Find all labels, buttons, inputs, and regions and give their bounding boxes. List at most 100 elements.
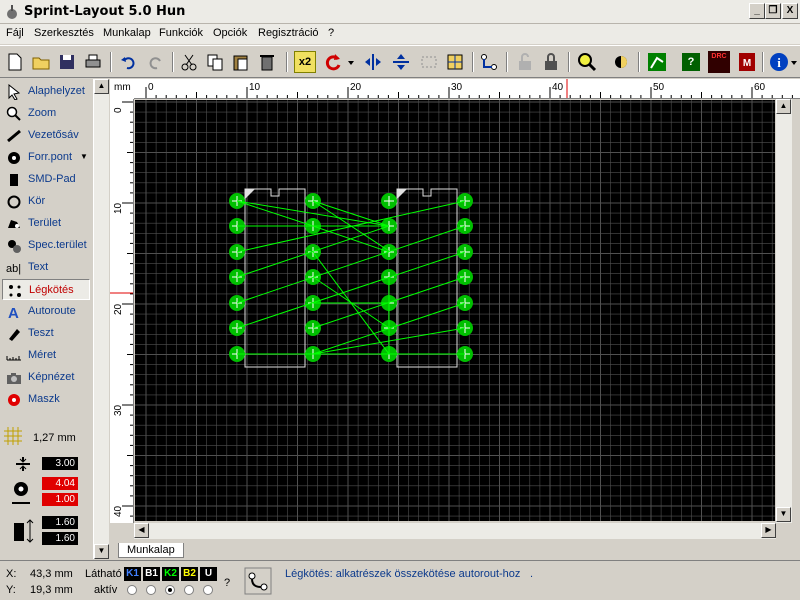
layer-toggle-b1[interactable]: B1 (143, 567, 160, 581)
layer-help[interactable]: ? (224, 577, 230, 589)
mirror-vertical-icon[interactable] (390, 51, 412, 73)
tool-pad[interactable]: Forr.pont ▼ (2, 147, 90, 168)
print-icon[interactable] (82, 51, 104, 73)
tool-mask[interactable]: Maszk (2, 389, 90, 410)
save-icon[interactable] (56, 51, 78, 73)
tab-worksheet[interactable]: Munkalap (118, 543, 184, 558)
tool-airwire[interactable]: Légkötés (2, 279, 90, 300)
group-icon[interactable] (418, 51, 440, 73)
open-folder-icon[interactable] (30, 51, 52, 73)
smd-size-icon (14, 519, 34, 543)
pad-inner-value[interactable]: 1.00 (42, 493, 78, 506)
smd-height-value[interactable]: 1.60 (42, 532, 78, 545)
tool-panel-scrollbar[interactable]: ▲ ▼ (93, 79, 109, 559)
vertical-scrollbar[interactable]: ▲ ▼ (776, 99, 792, 523)
tool-track[interactable]: Vezetősáv (2, 125, 90, 146)
tool-cursor-arrow[interactable]: Alaphelyzet (2, 81, 90, 102)
menu-functions[interactable]: Funkciók (159, 27, 203, 39)
track-width-value[interactable]: 3.00 (42, 457, 78, 470)
airwire (312, 200, 390, 227)
solder-pad[interactable] (381, 193, 397, 209)
title-bar: Sprint-Layout 5.0 Hun _ ❐ X (0, 0, 800, 24)
tool-zoom[interactable]: Zoom (2, 103, 90, 124)
grid-icon[interactable] (4, 427, 22, 445)
cut-icon[interactable] (178, 51, 200, 73)
autoroute-check-icon[interactable] (646, 51, 668, 73)
smd-pad-icon (10, 174, 18, 186)
zoom-search-icon[interactable] (576, 51, 598, 73)
close-button[interactable]: X (782, 3, 798, 19)
undo-icon[interactable] (118, 51, 140, 73)
tool-special-zone[interactable]: Spec.terület (2, 235, 90, 256)
tool-text[interactable]: ab| Text (2, 257, 90, 278)
scroll-down-button[interactable]: ▼ (94, 544, 109, 559)
tool-test[interactable]: Teszt (2, 323, 90, 344)
connection-icon[interactable] (478, 51, 500, 73)
pad-outer-value[interactable]: 4.04 (42, 477, 78, 490)
rotate-icon[interactable] (322, 51, 344, 73)
paste-icon[interactable] (230, 51, 252, 73)
new-file-icon[interactable] (4, 51, 26, 73)
pin1-marker (397, 189, 407, 199)
layer-active-radio-k1[interactable] (127, 585, 137, 595)
redo-icon[interactable] (144, 51, 166, 73)
layer-active-radio-b1[interactable] (146, 585, 156, 595)
menu-file[interactable]: Fájl (6, 27, 24, 39)
canvas-area: mm 0 10 20 30 40 50 60 0 10 20 30 40 ◀ ▶ ▲ ▼ (110, 79, 800, 543)
tool-measure[interactable]: Méret (2, 345, 90, 366)
smd-width-value[interactable]: 1.60 (42, 516, 78, 529)
contrast-icon[interactable] (610, 51, 632, 73)
tool-smd-pad[interactable]: SMD-Pad (2, 169, 90, 190)
scroll-up-button[interactable]: ▲ (776, 99, 791, 114)
svg-text:M: M (743, 58, 751, 69)
grid-size[interactable]: 1,27 mm (33, 432, 76, 444)
pcb-board[interactable] (135, 100, 775, 521)
horizontal-scrollbar[interactable]: ◀ ▶ (134, 523, 776, 539)
copy-icon[interactable] (204, 51, 226, 73)
camera-icon (7, 373, 21, 384)
vertical-ruler: 0 10 20 30 40 (110, 99, 134, 523)
scroll-up-button[interactable]: ▲ (94, 79, 109, 94)
tool-label: SMD-Pad (28, 173, 76, 185)
test-icon[interactable]: ? (680, 51, 702, 73)
tool-autoroute[interactable]: A Autoroute (2, 301, 90, 322)
pad-dropdown-icon[interactable]: ▼ (80, 152, 88, 161)
ic-footprint[interactable] (229, 188, 321, 368)
layer-active-radio-k2[interactable] (165, 585, 175, 595)
scroll-left-button[interactable]: ◀ (134, 523, 149, 538)
menu-edit[interactable]: Szerkesztés (34, 27, 94, 39)
toolbar: x2 ? DRC M i (0, 45, 800, 78)
macro-icon[interactable]: M (736, 51, 758, 73)
tool-circle[interactable]: Kör (2, 191, 90, 212)
info-icon[interactable]: i (768, 51, 790, 73)
layer-toggle-b2[interactable]: B2 (181, 567, 198, 581)
layer-toggle-k1[interactable]: K1 (124, 567, 141, 581)
delete-icon[interactable] (256, 51, 278, 73)
zoom-x2-button[interactable]: x2 (294, 51, 316, 73)
scroll-down-button[interactable]: ▼ (776, 507, 791, 522)
minimize-button[interactable]: _ (749, 3, 765, 19)
tool-camera[interactable]: Képnézet (2, 367, 90, 388)
menu-options[interactable]: Opciók (213, 27, 247, 39)
layer-toggle-u[interactable]: U (200, 567, 217, 581)
rotate-dropdown-icon[interactable] (346, 51, 356, 73)
unlock-icon[interactable] (514, 51, 536, 73)
lock-icon[interactable] (540, 51, 562, 73)
info-dropdown-icon[interactable] (790, 51, 798, 73)
ruler-label: 10 (249, 82, 261, 93)
airwire (236, 200, 314, 227)
align-icon[interactable] (444, 51, 466, 73)
tool-zone[interactable]: Terület (2, 213, 90, 234)
menu-registration[interactable]: Regisztráció (258, 27, 319, 39)
restore-button[interactable]: ❐ (765, 3, 781, 19)
layer-toggle-k2[interactable]: K2 (162, 567, 179, 581)
scroll-right-button[interactable]: ▶ (761, 523, 776, 538)
ruler-label: 20 (350, 82, 362, 93)
menu-worksheet[interactable]: Munkalap (103, 27, 151, 39)
mirror-horizontal-icon[interactable] (362, 51, 384, 73)
drc-button[interactable]: DRC (708, 51, 730, 73)
layer-active-radio-b2[interactable] (184, 585, 194, 595)
layer-active-radio-u[interactable] (203, 585, 213, 595)
menu-help[interactable]: ? (328, 27, 334, 39)
toolbar-separator (172, 52, 174, 72)
